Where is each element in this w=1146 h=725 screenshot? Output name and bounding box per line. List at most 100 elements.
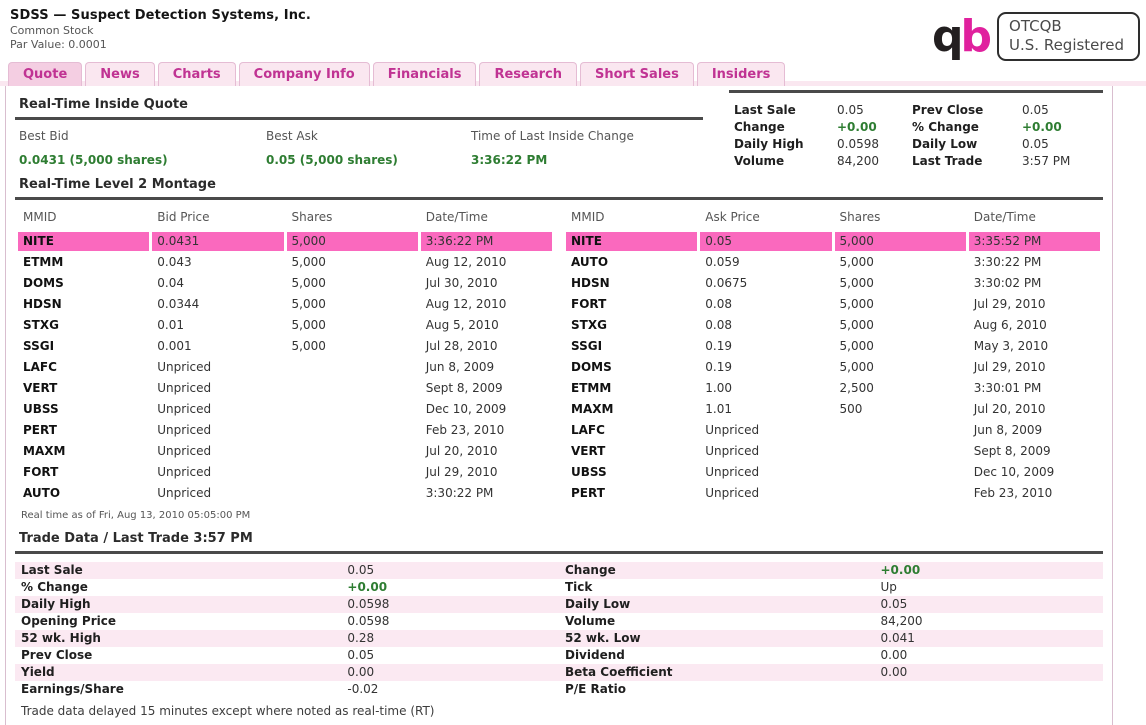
price-cell: Unpriced xyxy=(700,484,831,503)
trade-label: Change xyxy=(559,562,875,579)
bid-row-highlighted: NITE0.04315,0003:36:22 PM xyxy=(18,232,552,251)
datetime-cell: 3:35:52 PM xyxy=(969,232,1100,251)
price-cell: 0.0675 xyxy=(700,274,831,293)
tab-company-info[interactable]: Company Info xyxy=(239,62,370,86)
column-header-ask-price: Ask Price xyxy=(700,202,831,230)
datetime-cell: Jul 28, 2010 xyxy=(421,337,552,356)
ask-row: FORT0.085,000Jul 29, 2010 xyxy=(566,295,1100,314)
tab-charts[interactable]: Charts xyxy=(158,62,236,86)
trade-label: Daily Low xyxy=(559,596,875,613)
summary-label: Volume xyxy=(734,153,837,170)
ask-row: LAFCUnpricedJun 8, 2009 xyxy=(566,421,1100,440)
summary-box: Last Sale0.05Prev Close0.05Change+0.00% … xyxy=(729,90,1103,170)
datetime-cell: Jul 30, 2010 xyxy=(421,274,552,293)
price-cell: Unpriced xyxy=(700,442,831,461)
mmid-cell: HDSN xyxy=(566,274,697,293)
trade-label: Earnings/Share xyxy=(15,681,341,698)
ask-row: HDSN0.06755,0003:30:02 PM xyxy=(566,274,1100,293)
tab-news[interactable]: News xyxy=(85,62,154,86)
trade-value xyxy=(875,681,1104,698)
bid-row: PERTUnpricedFeb 23, 2010 xyxy=(18,421,552,440)
summary-label: % Change xyxy=(912,119,1022,136)
price-cell: 0.19 xyxy=(700,337,831,356)
datetime-cell: Aug 12, 2010 xyxy=(421,253,552,272)
trade-value: 0.041 xyxy=(875,630,1104,647)
header: SDSS — Suspect Detection Systems, Inc. C… xyxy=(0,0,1146,60)
summary-value: 3:57 PM xyxy=(1022,153,1103,170)
shares-cell xyxy=(835,484,966,503)
summary-label: Change xyxy=(734,119,837,136)
tab-quote[interactable]: Quote xyxy=(8,62,82,86)
ask-row: SSGI0.195,000May 3, 2010 xyxy=(566,337,1100,356)
mmid-cell: HDSN xyxy=(18,295,149,314)
trade-value: 0.05 xyxy=(341,562,559,579)
column-header-shares: Shares xyxy=(835,202,966,230)
best-ask-field: Best Ask 0.05 (5,000 shares) xyxy=(266,129,471,167)
price-cell: 0.08 xyxy=(700,316,831,335)
trade-label: Last Sale xyxy=(15,562,341,579)
ask-row: UBSSUnpricedDec 10, 2009 xyxy=(566,463,1100,482)
datetime-cell: 3:30:02 PM xyxy=(969,274,1100,293)
shares-cell xyxy=(287,379,418,398)
trade-row: 52 wk. High0.2852 wk. Low0.041 xyxy=(15,630,1103,647)
trade-value: 0.28 xyxy=(341,630,559,647)
tab-short-sales[interactable]: Short Sales xyxy=(580,62,694,86)
datetime-cell: Feb 23, 2010 xyxy=(969,484,1100,503)
price-cell: 0.043 xyxy=(152,253,283,272)
mmid-cell: ETMM xyxy=(18,253,149,272)
otcqb-logo[interactable]: q b OTCQB U.S. Registered xyxy=(932,12,1140,61)
price-cell: Unpriced xyxy=(152,463,283,482)
trade-value: -0.02 xyxy=(341,681,559,698)
datetime-cell: Sept 8, 2009 xyxy=(421,379,552,398)
datetime-cell: Jul 29, 2010 xyxy=(969,295,1100,314)
shares-cell: 2,500 xyxy=(835,379,966,398)
price-cell: Unpriced xyxy=(152,484,283,503)
bid-row: HDSN0.03445,000Aug 12, 2010 xyxy=(18,295,552,314)
level2-montage: MMIDBid PriceSharesDate/TimeNITE0.04315,… xyxy=(15,200,1103,505)
shares-cell xyxy=(835,463,966,482)
datetime-cell: 3:30:22 PM xyxy=(421,484,552,503)
trade-row: Last Sale0.05Change+0.00 xyxy=(15,562,1103,579)
datetime-cell: Dec 10, 2009 xyxy=(421,400,552,419)
shares-cell: 5,000 xyxy=(835,253,966,272)
price-cell: Unpriced xyxy=(152,442,283,461)
mmid-cell: STXG xyxy=(566,316,697,335)
trade-row: Daily High0.0598Daily Low0.05 xyxy=(15,596,1103,613)
otcqb-badge-line1: OTCQB xyxy=(1009,17,1124,36)
trade-label: % Change xyxy=(15,579,341,596)
bid-row: ETMM0.0435,000Aug 12, 2010 xyxy=(18,253,552,272)
bid-row: VERTUnpricedSept 8, 2009 xyxy=(18,379,552,398)
mmid-cell: LAFC xyxy=(18,358,149,377)
summary-label: Last Trade xyxy=(912,153,1022,170)
mmid-cell: NITE xyxy=(566,232,697,251)
otcqb-badge-line2: U.S. Registered xyxy=(1009,36,1124,55)
shares-cell xyxy=(287,400,418,419)
trade-label: P/E Ratio xyxy=(559,681,875,698)
shares-cell xyxy=(835,442,966,461)
datetime-cell: Jul 20, 2010 xyxy=(421,442,552,461)
summary-label: Daily Low xyxy=(912,136,1022,153)
column-header-date-time: Date/Time xyxy=(969,202,1100,230)
tab-research[interactable]: Research xyxy=(479,62,577,86)
summary-value: 84,200 xyxy=(837,153,912,170)
tab-insiders[interactable]: Insiders xyxy=(697,62,786,86)
price-cell: 0.19 xyxy=(700,358,831,377)
shares-cell: 5,000 xyxy=(835,316,966,335)
price-cell: 0.059 xyxy=(700,253,831,272)
tab-bar: QuoteNewsChartsCompany InfoFinancialsRes… xyxy=(0,60,1146,86)
datetime-cell: Sept 8, 2009 xyxy=(969,442,1100,461)
price-cell: Unpriced xyxy=(152,358,283,377)
price-cell: Unpriced xyxy=(152,379,283,398)
tab-financials[interactable]: Financials xyxy=(373,62,477,86)
price-cell: 0.0344 xyxy=(152,295,283,314)
trade-value: +0.00 xyxy=(875,562,1104,579)
trade-label: Yield xyxy=(15,664,341,681)
mmid-cell: DOMS xyxy=(566,358,697,377)
datetime-cell: May 3, 2010 xyxy=(969,337,1100,356)
shares-cell: 5,000 xyxy=(287,337,418,356)
shares-cell xyxy=(287,484,418,503)
trade-label: 52 wk. Low xyxy=(559,630,875,647)
trade-label: Volume xyxy=(559,613,875,630)
shares-cell xyxy=(287,442,418,461)
price-cell: Unpriced xyxy=(152,421,283,440)
